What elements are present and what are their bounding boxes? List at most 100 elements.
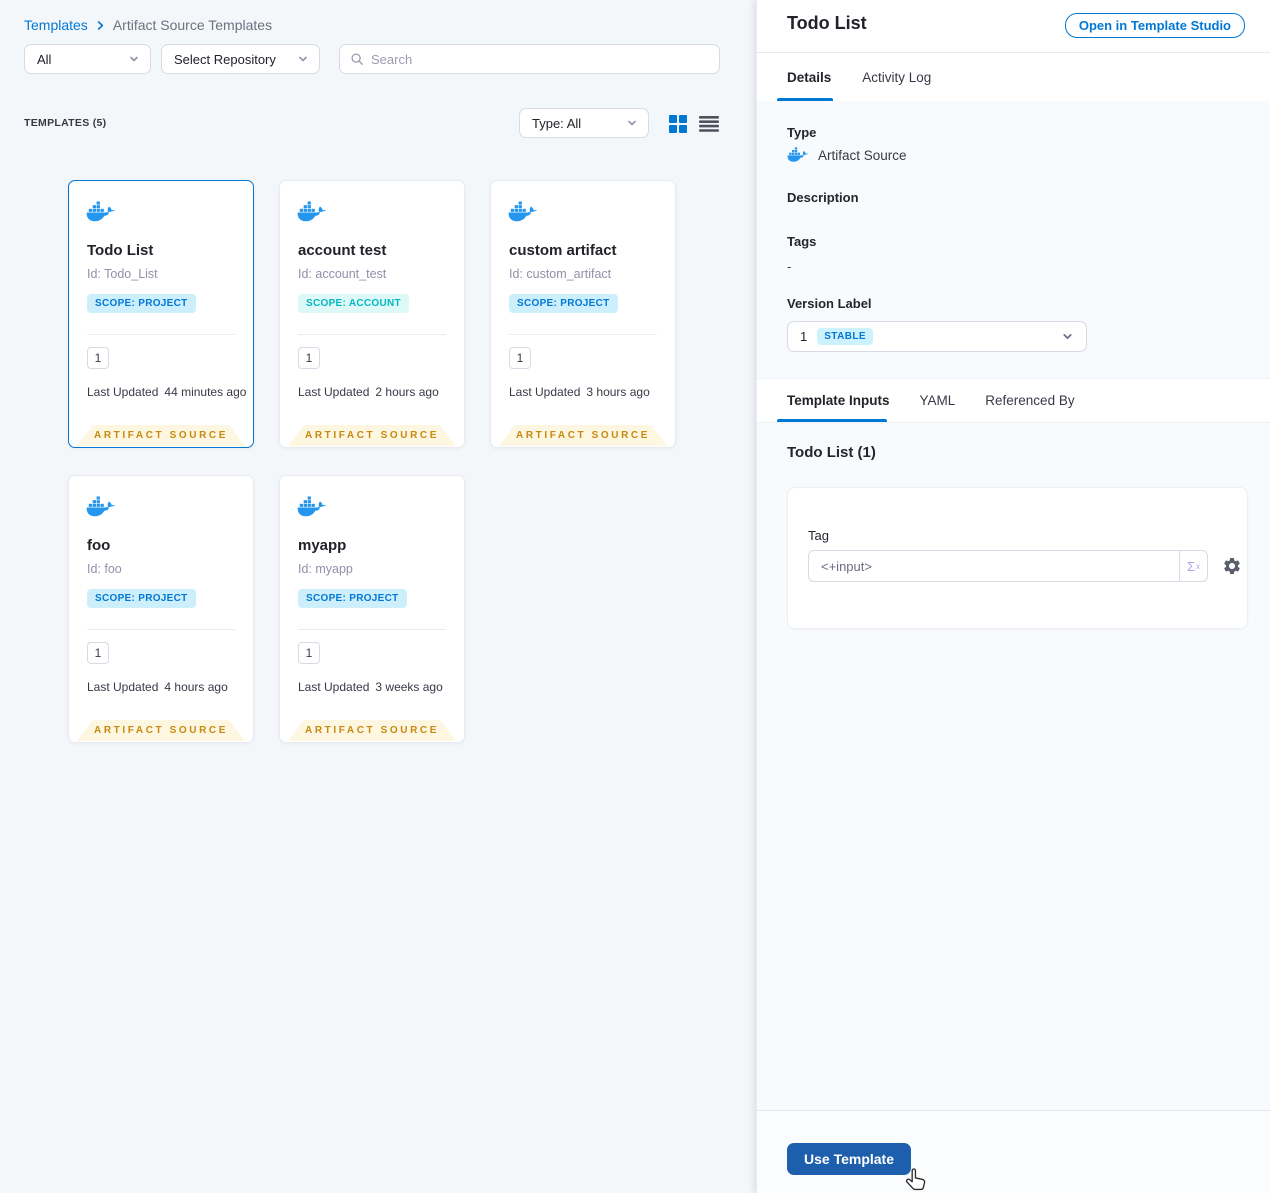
version-select[interactable]: 1 STABLE	[787, 321, 1087, 352]
card-id: Id: custom_artifact	[509, 267, 612, 281]
last-updated-label: Last Updated	[298, 680, 370, 694]
last-updated-value: 3 hours ago	[586, 385, 650, 399]
details-section: Type Artifact Source Description Tags - …	[757, 101, 1270, 378]
card-divider	[509, 334, 657, 335]
artifact-source-ribbon: ARTIFACT SOURCE	[499, 425, 667, 446]
chevron-down-icon	[297, 53, 309, 65]
stable-badge: STABLE	[817, 328, 873, 345]
open-in-template-studio-button[interactable]: Open in Template Studio	[1064, 13, 1245, 38]
templates-list-panel: Templates Artifact Source Templates All …	[0, 0, 756, 1193]
tab-details[interactable]: Details	[787, 70, 831, 85]
breadcrumb-link-templates[interactable]: Templates	[24, 17, 88, 33]
template-card-custom-artifact[interactable]: custom artifact Id: custom_artifact SCOP…	[490, 180, 676, 448]
card-divider	[87, 334, 235, 335]
breadcrumb: Templates Artifact Source Templates	[24, 17, 272, 33]
version-count-badge: 1	[87, 347, 109, 369]
template-card-todo-list[interactable]: Todo List Id: Todo_List SCOPE: PROJECT 1…	[68, 180, 254, 448]
search-icon	[351, 53, 363, 65]
version-count-badge: 1	[298, 642, 320, 664]
version-label: Version Label	[787, 296, 872, 311]
chevron-down-icon	[1061, 330, 1074, 343]
repository-filter-dropdown[interactable]: Select Repository	[161, 44, 320, 74]
tags-value: -	[787, 259, 792, 274]
templates-count-label: TEMPLATES (5)	[24, 117, 107, 129]
type-label: Type	[787, 125, 817, 140]
grid-view-button[interactable]	[667, 113, 688, 134]
template-inputs-section: Todo List (1) Tag Σx	[757, 423, 1270, 1110]
grid-view-icon	[668, 114, 687, 133]
docker-icon	[86, 496, 116, 517]
docker-icon	[787, 147, 809, 162]
templates-grid: Todo List Id: Todo_List SCOPE: PROJECT 1…	[68, 180, 676, 743]
search-input[interactable]	[371, 51, 709, 67]
artifact-source-ribbon: ARTIFACT SOURCE	[77, 720, 245, 741]
last-updated-value: 44 minutes ago	[164, 385, 247, 399]
scope-badge: SCOPE: PROJECT	[87, 294, 196, 313]
template-card-foo[interactable]: foo Id: foo SCOPE: PROJECT 1 Last Update…	[68, 475, 254, 743]
template-card-myapp[interactable]: myapp Id: myapp SCOPE: PROJECT 1 Last Up…	[279, 475, 465, 743]
inputs-tabs: Template Inputs YAML Referenced By	[757, 378, 1270, 423]
docker-icon	[508, 201, 538, 222]
card-title: Todo List	[87, 242, 154, 259]
template-card-account-test[interactable]: account test Id: account_test SCOPE: ACC…	[279, 180, 465, 448]
card-title: account test	[298, 242, 387, 259]
filter-bar: All Select Repository	[24, 44, 720, 74]
chevron-down-icon	[128, 53, 140, 65]
tab-activity-log[interactable]: Activity Log	[862, 70, 931, 85]
card-divider	[298, 334, 446, 335]
chevron-down-icon	[626, 117, 638, 129]
description-label: Description	[787, 190, 859, 205]
card-title: foo	[87, 537, 111, 554]
panel-title: Todo List	[787, 13, 867, 33]
expression-icon[interactable]: Σx	[1179, 551, 1207, 581]
tag-input-card: Tag Σx	[787, 487, 1248, 629]
use-template-button[interactable]: Use Template	[787, 1143, 911, 1175]
tag-input[interactable]	[809, 551, 1179, 581]
tab-template-inputs[interactable]: Template Inputs	[787, 393, 890, 408]
version-count-badge: 1	[509, 347, 531, 369]
search-box	[339, 44, 720, 74]
scope-filter-dropdown[interactable]: All	[24, 44, 151, 74]
card-title: myapp	[298, 537, 347, 554]
card-divider	[298, 629, 446, 630]
type-value: Artifact Source	[818, 147, 907, 163]
last-updated-label: Last Updated	[87, 385, 159, 399]
docker-icon	[297, 496, 327, 517]
breadcrumb-current: Artifact Source Templates	[112, 17, 273, 33]
last-updated-value: 4 hours ago	[164, 680, 228, 694]
inputs-heading: Todo List (1)	[787, 444, 876, 461]
scope-badge: SCOPE: ACCOUNT	[298, 294, 409, 313]
tab-referenced-by[interactable]: Referenced By	[985, 393, 1074, 408]
last-updated-value: 3 weeks ago	[375, 680, 443, 694]
artifact-source-templates-page: Templates Artifact Source Templates All …	[0, 0, 1270, 1193]
gear-icon[interactable]	[1222, 556, 1242, 576]
list-view-icon	[698, 115, 719, 132]
last-updated-value: 2 hours ago	[375, 385, 439, 399]
template-details-panel: Todo List Open in Template Studio Detail…	[756, 0, 1270, 1193]
details-footer: Use Template	[757, 1110, 1270, 1193]
details-header: Todo List Open in Template Studio	[757, 0, 1270, 53]
card-divider	[87, 629, 235, 630]
last-updated-label: Last Updated	[87, 680, 159, 694]
version-value: 1	[800, 329, 808, 344]
last-updated-label: Last Updated	[298, 385, 370, 399]
tab-yaml[interactable]: YAML	[920, 393, 956, 408]
last-updated-label: Last Updated	[509, 385, 581, 399]
tag-label: Tag	[808, 528, 829, 543]
scope-badge: SCOPE: PROJECT	[87, 589, 196, 608]
list-view-button[interactable]	[698, 113, 719, 134]
type-filter-dropdown[interactable]: Type: All	[519, 108, 649, 138]
artifact-source-ribbon: ARTIFACT SOURCE	[288, 720, 456, 741]
artifact-source-ribbon: ARTIFACT SOURCE	[288, 425, 456, 446]
tags-label: Tags	[787, 234, 817, 249]
version-count-badge: 1	[298, 347, 320, 369]
version-count-badge: 1	[87, 642, 109, 664]
card-title: custom artifact	[509, 242, 617, 259]
scope-badge: SCOPE: PROJECT	[298, 589, 407, 608]
card-id: Id: myapp	[298, 562, 353, 576]
docker-icon	[86, 201, 116, 222]
card-id: Id: Todo_List	[87, 267, 158, 281]
docker-icon	[297, 201, 327, 222]
details-tabs: Details Activity Log	[757, 53, 1270, 101]
chevron-right-icon	[95, 20, 106, 31]
